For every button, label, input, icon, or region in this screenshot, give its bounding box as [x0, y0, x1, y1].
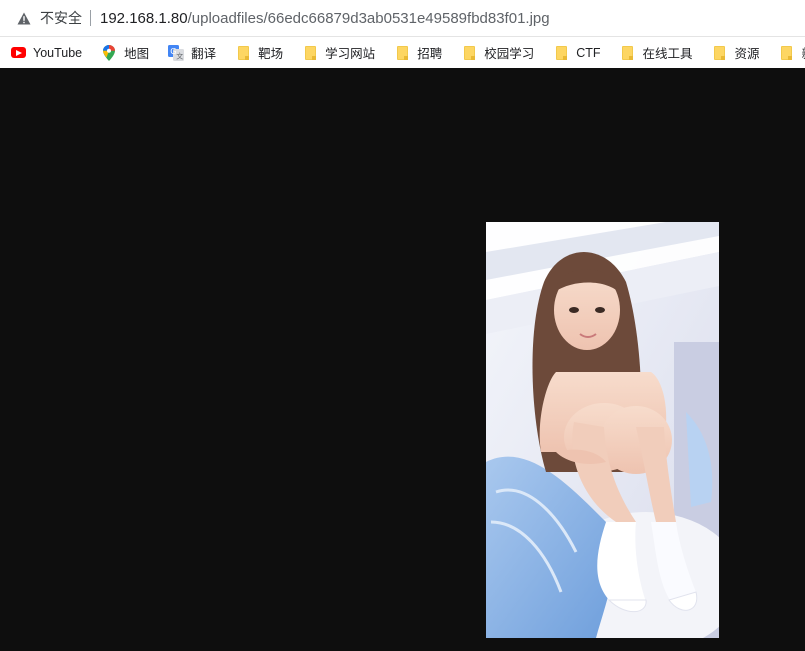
bookmark-folder-ctf[interactable]: CTF	[543, 41, 609, 65]
folder-icon	[394, 45, 410, 61]
youtube-icon	[10, 45, 26, 61]
bookmark-translate[interactable]: G 文 翻译	[158, 41, 225, 65]
address-bar-row: 不安全 192.168.1.80/uploadfiles/66edc66879d…	[0, 0, 805, 37]
bookmark-youtube[interactable]: YouTube	[0, 41, 91, 65]
folder-icon	[779, 45, 795, 61]
bookmark-folder-online-tools[interactable]: 在线工具	[610, 41, 702, 65]
omnibox-separator	[90, 10, 91, 26]
bookmark-label: 资源	[734, 47, 760, 61]
bookmark-folder-trends[interactable]: 新潮	[769, 41, 805, 65]
folder-icon	[553, 45, 569, 61]
security-status-label[interactable]: 不安全	[40, 8, 82, 28]
folder-icon	[620, 45, 636, 61]
not-secure-warning-icon[interactable]	[16, 10, 32, 26]
bookmark-label: YouTube	[33, 45, 83, 60]
bookmark-label: 学习网站	[325, 47, 376, 61]
bookmark-folder-jobs[interactable]: 招聘	[384, 41, 451, 65]
photo-illustration	[486, 222, 719, 638]
url-path: /uploadfiles/66edc66879d3ab0531e49589fbd…	[187, 9, 550, 27]
omnibox[interactable]: 不安全 192.168.1.80/uploadfiles/66edc66879d…	[4, 4, 801, 32]
bookmark-folder-study-sites[interactable]: 学习网站	[292, 41, 384, 65]
bookmark-folder-range[interactable]: 靶场	[225, 41, 292, 65]
translate-icon: G 文	[168, 44, 185, 61]
maps-pin-icon	[101, 44, 117, 61]
folder-icon	[302, 45, 318, 61]
displayed-image[interactable]	[486, 222, 719, 638]
bookmark-label: 校园学习	[484, 47, 535, 61]
bookmark-maps[interactable]: 地图	[91, 41, 158, 65]
svg-text:文: 文	[176, 51, 183, 60]
folder-icon	[235, 45, 251, 61]
bookmark-folder-resources[interactable]: 资源	[702, 41, 769, 65]
bookmark-label: 靶场	[258, 47, 284, 61]
bookmark-label: 在线工具	[642, 47, 693, 61]
bookmark-label: 地图	[124, 47, 150, 61]
folder-icon	[712, 45, 728, 61]
url-text[interactable]: 192.168.1.80/uploadfiles/66edc66879d3ab0…	[100, 10, 550, 27]
bookmark-label: 招聘	[417, 47, 443, 61]
bookmark-label: 翻译	[191, 47, 217, 61]
bookmarks-bar: YouTube 地图 G 文 翻译 靶场 学习网站 招聘 校园学习 CTF 在线…	[0, 37, 805, 68]
bookmark-label: 新潮	[802, 43, 805, 62]
url-host: 192.168.1.80	[100, 9, 188, 27]
bookmark-folder-campus[interactable]: 校园学习	[451, 41, 543, 65]
folder-icon	[461, 45, 477, 61]
browser-chrome: 不安全 192.168.1.80/uploadfiles/66edc66879d…	[0, 0, 805, 68]
bookmark-label: CTF	[576, 45, 601, 60]
